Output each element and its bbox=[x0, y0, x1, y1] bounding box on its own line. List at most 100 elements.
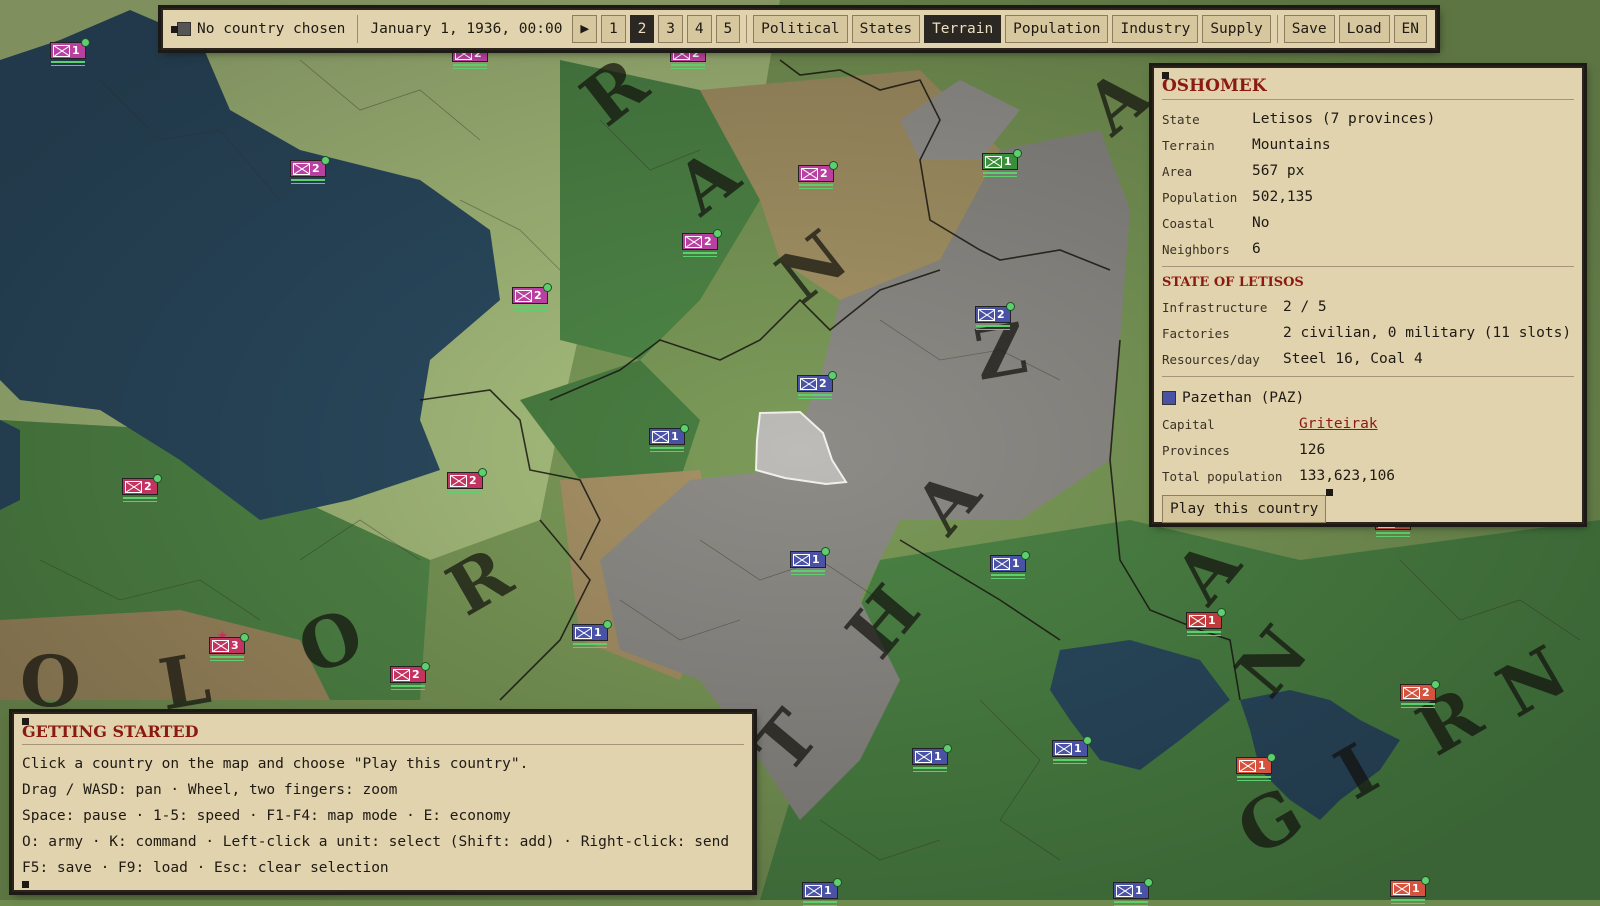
strength-bar bbox=[1053, 759, 1087, 761]
unit-count: 1 bbox=[594, 626, 602, 639]
status-dot-icon bbox=[1217, 608, 1226, 617]
army-unit[interactable]: 2 bbox=[797, 371, 837, 399]
play-this-country-button[interactable]: Play this country bbox=[1162, 495, 1327, 523]
army-unit[interactable]: 2 bbox=[975, 302, 1015, 330]
army-unit[interactable]: 2 bbox=[290, 156, 330, 184]
row-label: Area bbox=[1162, 163, 1193, 179]
army-unit[interactable]: 2 bbox=[682, 229, 722, 257]
army-unit[interactable]: 1 bbox=[649, 424, 689, 452]
army-unit[interactable]: 1 bbox=[1113, 878, 1153, 906]
status-dot-icon bbox=[81, 38, 90, 47]
army-unit[interactable]: 1 bbox=[790, 547, 830, 575]
infantry-icon bbox=[125, 480, 142, 493]
map-mode-political-button[interactable]: Political bbox=[753, 15, 848, 43]
play-pause-button[interactable]: ▶ bbox=[572, 15, 598, 43]
army-unit[interactable]: 2 bbox=[122, 474, 162, 502]
army-unit[interactable]: 2 bbox=[1400, 680, 1440, 708]
help-line: Space: pause · 1-5: speed · F1-F4: map m… bbox=[22, 808, 511, 824]
speed-2-button[interactable]: 2 bbox=[629, 15, 655, 43]
infantry-icon bbox=[575, 626, 592, 639]
speed-4-button[interactable]: 4 bbox=[686, 15, 712, 43]
army-unit[interactable]: 1 bbox=[982, 149, 1022, 177]
army-unit[interactable]: 2 bbox=[798, 161, 838, 189]
load-button[interactable]: Load bbox=[1338, 15, 1390, 43]
row-value: Mountains bbox=[1252, 137, 1331, 153]
organization-bar bbox=[991, 578, 1025, 579]
infantry-icon bbox=[652, 430, 669, 443]
organization-bar bbox=[1391, 903, 1425, 904]
divider bbox=[357, 15, 359, 43]
strength-bar bbox=[1376, 532, 1410, 534]
map-mode-terrain-button[interactable]: Terrain bbox=[924, 15, 1002, 43]
row-value: 126 bbox=[1299, 442, 1326, 458]
army-unit[interactable]: 3 bbox=[209, 633, 249, 661]
info-row-factories: Factories 2 civilian, 0 military (11 slot… bbox=[1162, 320, 1574, 346]
infantry-icon bbox=[800, 377, 817, 390]
strength-bar bbox=[683, 252, 717, 254]
unit-count: 2 bbox=[469, 474, 477, 487]
strength-bar bbox=[791, 570, 825, 572]
language-button[interactable]: EN bbox=[1393, 15, 1428, 43]
status-dot-icon bbox=[543, 283, 552, 292]
army-unit[interactable]: 1 bbox=[1390, 876, 1430, 904]
army-unit[interactable]: 2 bbox=[390, 662, 430, 690]
save-button[interactable]: Save bbox=[1283, 15, 1335, 43]
row-label: Factories bbox=[1162, 325, 1230, 341]
organization-bar bbox=[799, 188, 833, 189]
infantry-icon bbox=[685, 235, 702, 248]
capital-link[interactable]: Griteirak bbox=[1299, 416, 1378, 432]
info-row-provinces: Provinces 126 bbox=[1162, 437, 1574, 463]
status-dot-icon bbox=[240, 633, 249, 642]
organization-bar bbox=[123, 501, 157, 502]
speed-5-button[interactable]: 5 bbox=[715, 15, 741, 43]
strength-bar bbox=[453, 64, 487, 66]
row-label: Coastal bbox=[1162, 215, 1215, 231]
army-unit[interactable]: 1 bbox=[912, 744, 952, 772]
speed-1-button[interactable]: 1 bbox=[601, 15, 626, 43]
organization-bar bbox=[983, 176, 1017, 177]
army-unit[interactable]: 1 bbox=[572, 620, 612, 648]
status-dot-icon bbox=[943, 744, 952, 753]
strength-bar bbox=[991, 574, 1025, 576]
unit-count: 2 bbox=[1422, 686, 1430, 699]
infantry-icon bbox=[1403, 686, 1420, 699]
row-value: 2 civilian, 0 military (11 slots) bbox=[1283, 325, 1572, 341]
army-unit[interactable]: 1 bbox=[1052, 736, 1092, 764]
country-row: Pazethan (PAZ) bbox=[1162, 385, 1574, 411]
status-dot-icon bbox=[1421, 876, 1430, 885]
map-mode-supply-button[interactable]: Supply bbox=[1202, 15, 1271, 43]
strength-bar bbox=[51, 61, 85, 63]
army-unit[interactable]: 1 bbox=[802, 878, 842, 906]
status-dot-icon bbox=[603, 620, 612, 629]
army-unit[interactable]: 1 bbox=[50, 38, 90, 66]
info-row-area: Area 567 px bbox=[1162, 158, 1574, 184]
getting-started-panel: GETTING STARTED Click a country on the m… bbox=[12, 712, 754, 892]
organization-bar bbox=[1053, 763, 1087, 764]
province-title: OSHOMEK bbox=[1162, 76, 1574, 100]
speed-3-button[interactable]: 3 bbox=[658, 15, 683, 43]
map-mode-population-button[interactable]: Population bbox=[1005, 15, 1109, 43]
province-info-panel: OSHOMEK State Letisos (7 provinces) Terra… bbox=[1152, 66, 1584, 524]
unit-count: 1 bbox=[1412, 882, 1420, 895]
strength-bar bbox=[210, 656, 244, 658]
divider bbox=[1276, 15, 1278, 43]
army-unit[interactable]: 1 bbox=[1236, 753, 1276, 781]
army-unit[interactable]: 2 bbox=[447, 468, 487, 496]
row-value: 502,135 bbox=[1252, 189, 1314, 205]
info-row-coastal: Coastal No bbox=[1162, 210, 1574, 236]
army-unit[interactable]: 1 bbox=[990, 551, 1030, 579]
organization-bar bbox=[448, 495, 482, 496]
status-dot-icon bbox=[828, 371, 837, 380]
army-unit[interactable]: 1 bbox=[1186, 608, 1226, 636]
organization-bar bbox=[650, 451, 684, 452]
row-value: 133,623,106 bbox=[1299, 468, 1396, 484]
unit-count: 2 bbox=[704, 235, 712, 248]
info-row-state: State Letisos (7 provinces) bbox=[1162, 106, 1574, 132]
infantry-icon bbox=[915, 750, 932, 763]
army-unit[interactable]: 2 bbox=[512, 283, 552, 311]
organization-bar bbox=[453, 68, 487, 69]
map-mode-industry-button[interactable]: Industry bbox=[1112, 15, 1199, 43]
status-dot-icon bbox=[713, 229, 722, 238]
unit-count: 3 bbox=[231, 639, 239, 652]
map-mode-states-button[interactable]: States bbox=[851, 15, 921, 43]
